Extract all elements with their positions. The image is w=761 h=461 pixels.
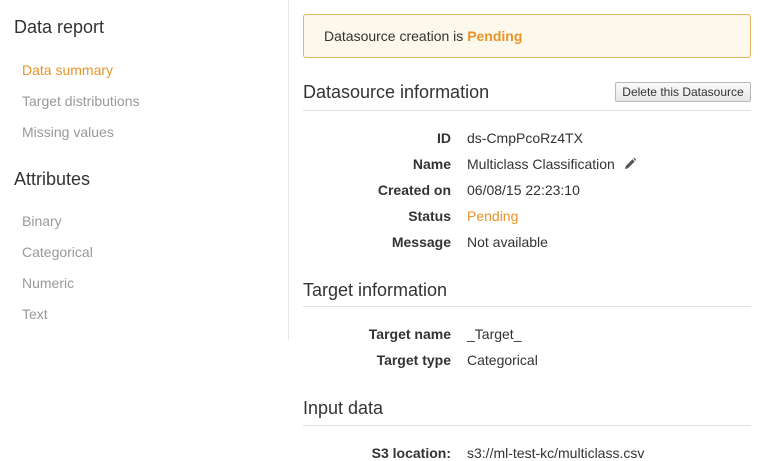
field-label-target-name: Target name	[368, 326, 451, 342]
field-label-name: Name	[412, 156, 451, 172]
sidebar-item-numeric[interactable]: Numeric	[22, 275, 74, 291]
section-divider	[303, 110, 751, 111]
field-label-id: ID	[437, 130, 451, 146]
sidebar-item-data-summary[interactable]: Data summary	[22, 62, 113, 78]
field-value-created-on: 06/08/15 22:23:10	[467, 182, 580, 198]
sidebar-item-categorical[interactable]: Categorical	[22, 244, 93, 260]
sidebar-item-text[interactable]: Text	[22, 306, 48, 322]
sidebar: Data report Data summary Target distribu…	[0, 0, 289, 340]
section-divider	[303, 425, 751, 426]
status-banner: Datasource creation is Pending	[303, 14, 751, 58]
section-divider	[303, 306, 751, 307]
field-value-target-name: _Target_	[467, 326, 522, 342]
delete-datasource-button[interactable]: Delete this Datasource	[615, 82, 751, 102]
data-report-heading: Data report	[14, 17, 105, 37]
field-label-s3-location: S3 location:	[371, 445, 451, 461]
banner-message: Datasource creation is Pending	[324, 28, 522, 44]
field-value-target-type: Categorical	[467, 352, 538, 368]
field-value-id: ds-CmpPcoRz4TX	[467, 130, 583, 146]
sidebar-item-binary[interactable]: Binary	[22, 213, 62, 229]
field-value-status: Pending	[467, 208, 519, 224]
banner-status: Pending	[467, 28, 523, 44]
input-data-title: Input data	[303, 398, 384, 418]
field-label-status: Status	[408, 208, 451, 224]
banner-text: Datasource creation is	[324, 28, 464, 44]
field-value-s3-location: s3://ml-test-kc/multiclass.csv	[467, 445, 645, 461]
main-content: Datasource creation is Pending Datasourc…	[303, 0, 751, 461]
attributes-heading: Attributes	[14, 169, 91, 189]
pencil-icon[interactable]	[623, 157, 637, 171]
field-value-name: Multiclass Classification	[467, 156, 615, 172]
field-label-created-on: Created on	[377, 182, 451, 198]
field-label-message: Message	[391, 234, 451, 250]
field-label-target-type: Target type	[376, 352, 451, 368]
datasource-info-title: Datasource information	[303, 82, 490, 102]
sidebar-item-target-distributions[interactable]: Target distributions	[22, 93, 140, 109]
sidebar-item-missing-values[interactable]: Missing values	[22, 124, 114, 140]
target-info-title: Target information	[303, 280, 448, 300]
field-value-message: Not available	[467, 234, 548, 250]
